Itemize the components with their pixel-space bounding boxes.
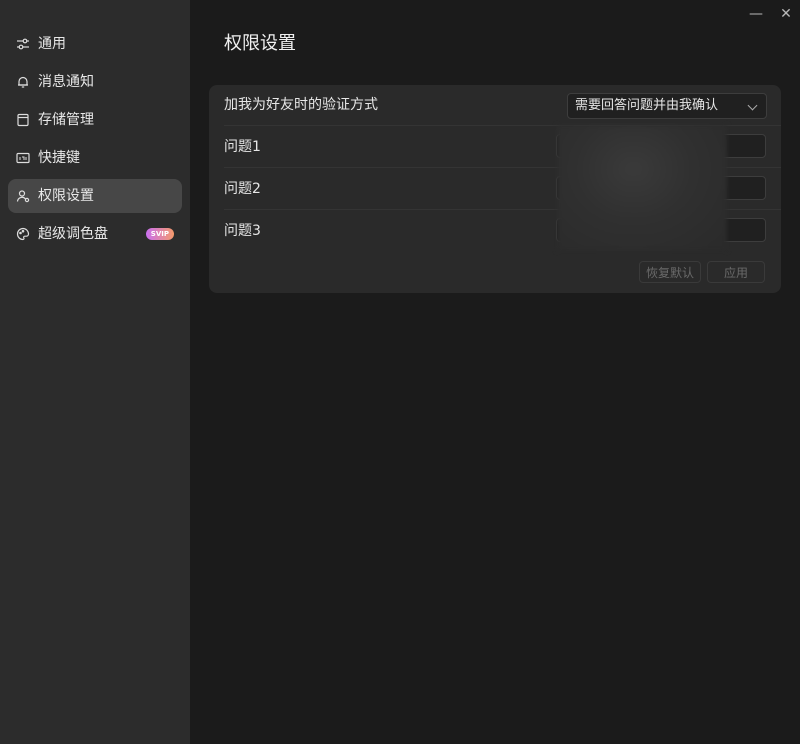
divider (224, 167, 781, 168)
question-1-label: 问题1 (224, 139, 261, 155)
sidebar-item-storage[interactable]: 存储管理 (8, 103, 182, 137)
question-2-input[interactable] (556, 176, 766, 200)
apply-button[interactable]: 应用 (707, 261, 765, 283)
question-2-label: 问题2 (224, 181, 261, 197)
question-3-label: 问题3 (224, 223, 261, 239)
svip-badge: SVIP (145, 228, 174, 240)
sidebar-item-label: 快捷键 (38, 150, 80, 166)
verification-method-label: 加我为好友时的验证方式 (224, 97, 378, 113)
sidebar: 通用 消息通知 存储管理 快捷键 权限设置 超级调色盘 SVIP (0, 0, 190, 744)
sidebar-item-palette[interactable]: 超级调色盘 SVIP (8, 217, 182, 251)
sliders-icon (16, 37, 30, 51)
storage-icon (16, 113, 30, 127)
sidebar-item-label: 超级调色盘 (38, 226, 108, 242)
divider (224, 209, 781, 210)
close-button[interactable]: ✕ (776, 4, 796, 24)
question-3-input[interactable] (556, 218, 766, 242)
chevron-down-icon (747, 100, 758, 111)
sidebar-item-notifications[interactable]: 消息通知 (8, 65, 182, 99)
page-title: 权限设置 (224, 33, 296, 54)
sidebar-item-general[interactable]: 通用 (8, 27, 182, 61)
sidebar-item-label: 消息通知 (38, 74, 94, 90)
sidebar-item-label: 存储管理 (38, 112, 94, 128)
select-value: 需要回答问题并由我确认 (575, 98, 719, 113)
palette-icon (16, 227, 30, 241)
user-permission-icon (16, 189, 30, 203)
keyboard-icon (16, 151, 30, 165)
sidebar-item-label: 通用 (38, 36, 66, 52)
sidebar-item-label: 权限设置 (38, 188, 94, 204)
sidebar-item-permissions[interactable]: 权限设置 (8, 179, 182, 213)
settings-window: 通用 消息通知 存储管理 快捷键 权限设置 超级调色盘 SVIP — ✕ 权限设… (0, 0, 800, 744)
sidebar-item-shortcuts[interactable]: 快捷键 (8, 141, 182, 175)
bell-icon (16, 75, 30, 89)
question-1-input[interactable] (556, 134, 766, 158)
minimize-button[interactable]: — (746, 4, 766, 24)
verification-method-select[interactable]: 需要回答问题并由我确认 (567, 93, 767, 119)
divider (224, 125, 781, 126)
permission-settings-card: 加我为好友时的验证方式 需要回答问题并由我确认 问题1 问题2 问题3 恢复默认… (209, 85, 781, 293)
reset-default-button[interactable]: 恢复默认 (639, 261, 701, 283)
